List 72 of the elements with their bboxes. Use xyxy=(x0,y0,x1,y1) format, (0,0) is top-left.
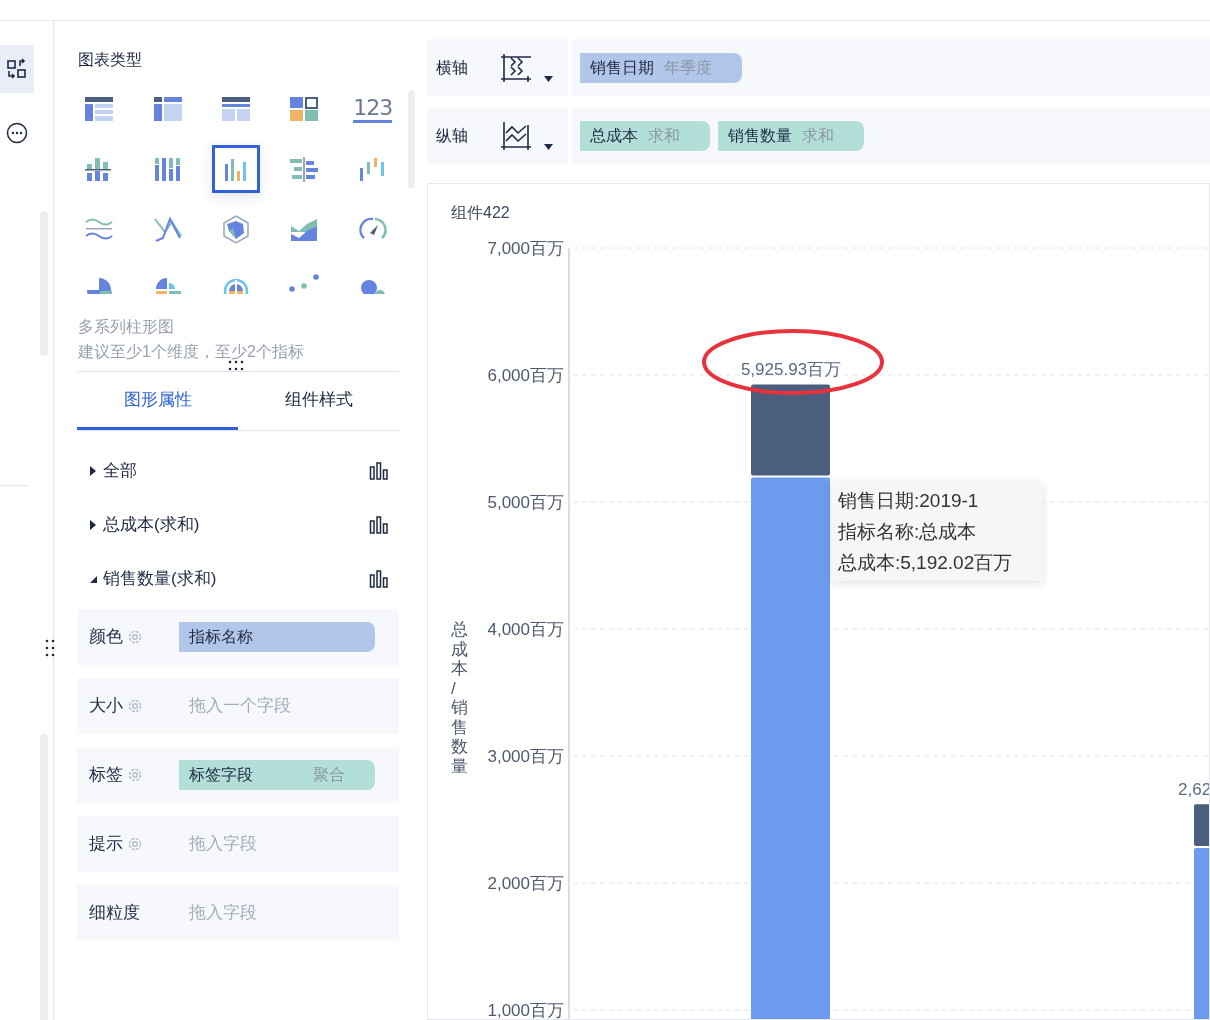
axis-icon[interactable] xyxy=(500,120,532,151)
y-tick-label: 2,000百万 xyxy=(487,874,564,893)
bar[interactable] xyxy=(1194,804,1209,846)
dropdown-caret-icon[interactable] xyxy=(544,76,553,82)
chart-title: 组件422 xyxy=(451,203,510,223)
bar-chart-icon[interactable] xyxy=(369,569,389,589)
collapse-caret-icon[interactable] xyxy=(89,574,99,584)
y-tick-label: 3,000百万 xyxy=(487,747,564,766)
shelf-drop-zone[interactable]: 总成本 求和 销售数量 求和 xyxy=(572,107,1210,164)
pivot-chart-icon xyxy=(152,94,183,124)
detail-chart-icon xyxy=(221,94,251,124)
axis-icon[interactable] xyxy=(500,52,532,83)
settings-icon[interactable] xyxy=(127,698,143,714)
chart-type-button[interactable]: 123 xyxy=(348,85,397,133)
series-label[interactable]: 全部 xyxy=(103,458,365,484)
series-label[interactable]: 总成本(求和) xyxy=(103,512,365,538)
field-pill[interactable]: 销售数量 求和 xyxy=(718,120,864,151)
more-icon xyxy=(6,122,28,144)
chart-type-hint: 建议至少1个维度，至少2个指标 xyxy=(78,342,305,362)
shelf-drop-zone[interactable]: 销售日期 年季度 xyxy=(572,39,1210,96)
encoding-label: 细粒度 xyxy=(89,902,140,925)
tooltip-line: 指标名称:总成本 xyxy=(838,520,978,544)
shelf-label: 纵轴 xyxy=(436,125,469,146)
table-chart-icon xyxy=(84,94,115,124)
field-name: 销售数量 xyxy=(728,125,792,146)
y-tick-label: 7,000百万 xyxy=(487,239,564,258)
y-tick-label: 1,000百万 xyxy=(487,1001,564,1019)
chart-type-button[interactable] xyxy=(212,145,260,193)
field-pill[interactable]: 销售日期 年季度 xyxy=(580,52,742,83)
chart-type-name: 多系列柱形图 xyxy=(78,317,175,337)
settings-icon[interactable] xyxy=(127,767,143,783)
settings-icon[interactable] xyxy=(127,629,143,645)
bar[interactable] xyxy=(751,384,830,476)
encoding-label: 颜色 xyxy=(89,626,123,649)
property-tab[interactable]: 组件样式 xyxy=(238,372,399,430)
property-tab[interactable]: 图形属性 xyxy=(77,372,238,430)
encoding-label: 大小 xyxy=(89,695,123,718)
encoding-label: 标签 xyxy=(89,764,123,787)
y-tick-label: 6,000百万 xyxy=(487,366,564,385)
swap-icon xyxy=(6,58,28,80)
settings-icon[interactable] xyxy=(127,836,143,852)
tooltip-line: 总成本:5,192.02百万 xyxy=(838,551,1014,575)
y-axis-title: 总成本/销售数量 xyxy=(451,620,468,777)
y-tick-label: 4,000百万 xyxy=(487,620,564,639)
bar-total-label: 5,925.93百万 xyxy=(740,360,842,380)
field-name: 销售日期 xyxy=(590,57,654,78)
field-name: 指标名称 xyxy=(189,627,253,647)
encoding-label: 提示 xyxy=(89,833,123,856)
drag-handle-icon[interactable] xyxy=(45,639,55,657)
section-title: 图表类型 xyxy=(78,50,143,70)
field-pill[interactable]: 指标名称 xyxy=(179,622,375,652)
field-name: 标签字段 xyxy=(189,765,253,785)
modifier-label: 求和 xyxy=(802,125,834,146)
mosaic-chart-icon xyxy=(289,94,320,124)
series-label[interactable]: 销售数量(求和) xyxy=(103,566,365,592)
bar-chart-icon[interactable] xyxy=(369,461,389,481)
y-tick-label: 5,000百万 xyxy=(487,493,564,512)
tooltip-line: 销售日期:2019-1 xyxy=(838,489,980,513)
modifier-label: 年季度 xyxy=(664,57,712,78)
swap-button[interactable] xyxy=(0,45,34,93)
bidirectional-chart-icon xyxy=(289,154,320,184)
dropdown-caret-icon[interactable] xyxy=(544,144,553,150)
shelf-label: 横轴 xyxy=(436,57,469,78)
aggregation-label: 聚合 xyxy=(313,765,345,785)
crossline-chart-icon xyxy=(152,214,183,244)
field-pill[interactable]: 总成本 求和 xyxy=(580,120,710,151)
field-pill[interactable]: 标签字段 聚合 xyxy=(179,760,375,790)
bar-chart-icon[interactable] xyxy=(369,515,389,535)
field-name: 总成本 xyxy=(590,125,638,146)
modifier-label: 求和 xyxy=(648,125,680,146)
resize-handle-icon[interactable] xyxy=(228,360,244,371)
radar-chart-icon xyxy=(221,214,251,244)
